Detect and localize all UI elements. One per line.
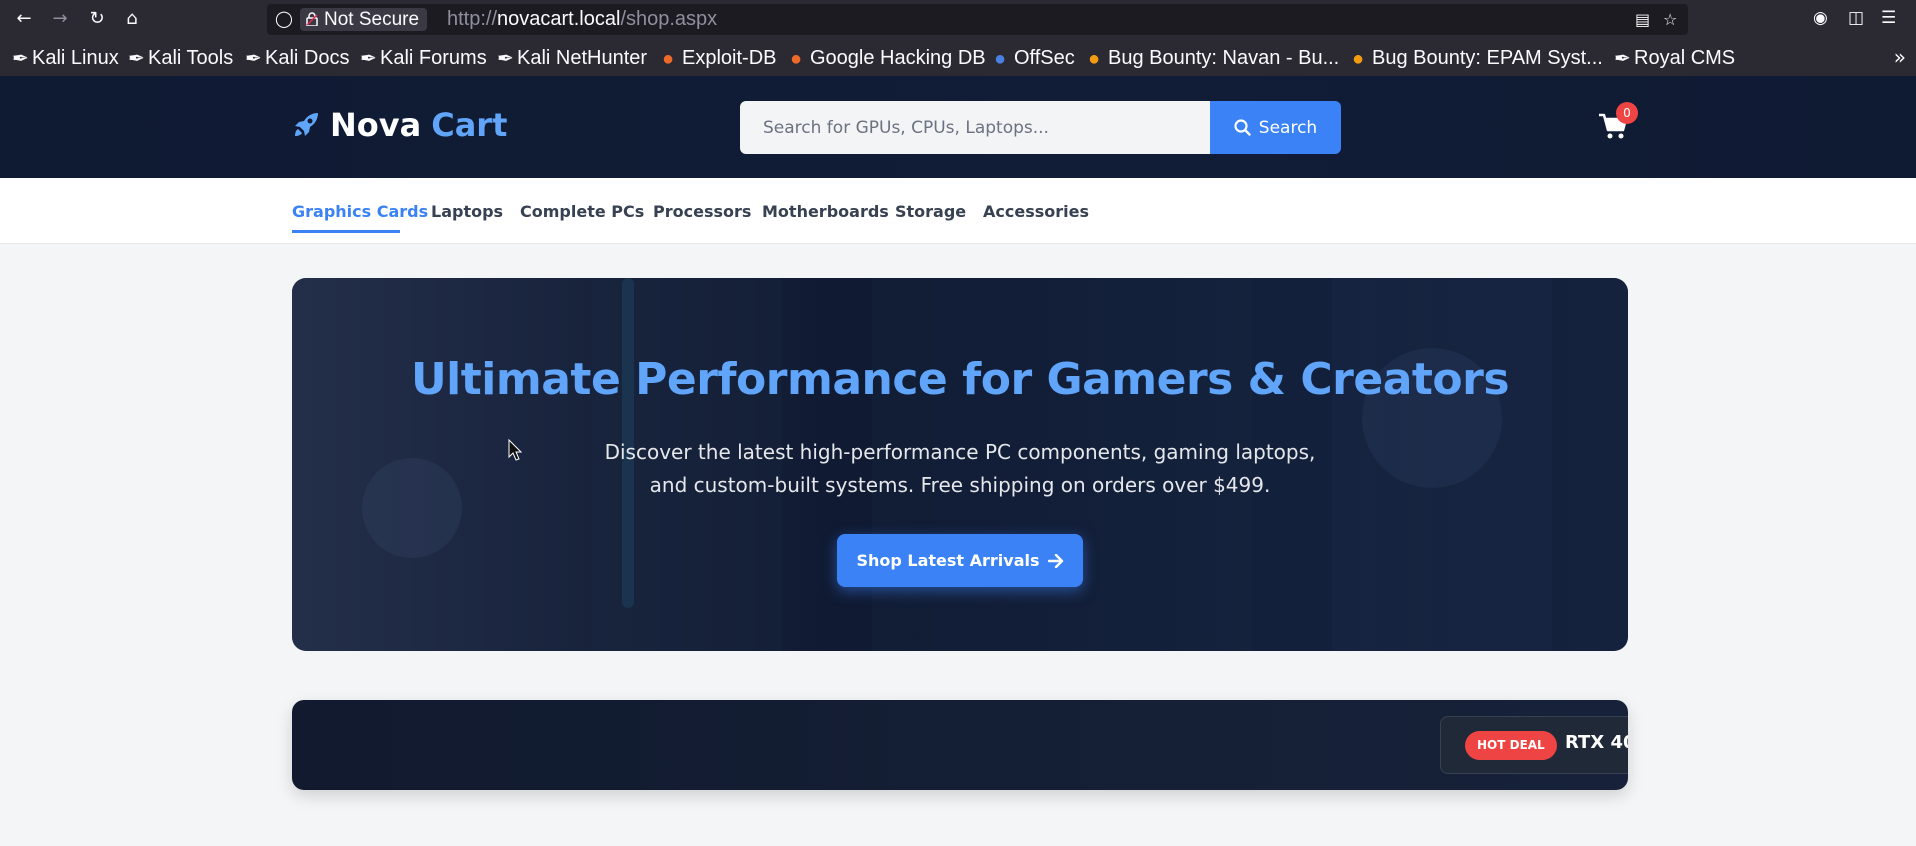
url-text[interactable]: http://novacart.local/shop.aspx <box>447 7 717 32</box>
bookmark-star-icon[interactable]: ☆ <box>1663 10 1677 29</box>
category-graphics-cards[interactable]: Graphics Cards <box>292 202 428 221</box>
security-indicator[interactable]: Not Secure <box>300 8 428 31</box>
shield-icon[interactable]: ◯ <box>275 9 293 28</box>
category-nav: Graphics Cards Laptops Complete PCs Proc… <box>0 178 1916 244</box>
bookmark-label: Exploit-DB <box>682 47 777 69</box>
kali-dragon-icon: ✒ <box>12 48 29 70</box>
url-path: /shop.aspx <box>620 8 718 30</box>
back-icon[interactable]: ← <box>12 8 36 30</box>
bookmark-item[interactable]: ✒ Royal CMS <box>1614 45 1735 71</box>
active-category-indicator <box>292 230 400 233</box>
category-accessories[interactable]: Accessories <box>983 202 1089 221</box>
reader-view-icon[interactable]: ▤ <box>1635 10 1650 29</box>
url-host: novacart.local <box>497 8 621 30</box>
bookmark-label: Kali Linux <box>32 47 119 69</box>
site-header: NovaCart Search 0 <box>0 76 1916 178</box>
exploit-db-icon: ● <box>662 48 675 70</box>
search-input[interactable] <box>740 101 1210 154</box>
deal-card[interactable]: HOT DEAL RTX 409 <box>1440 716 1628 774</box>
category-storage[interactable]: Storage <box>895 202 966 221</box>
hero-subtitle: Discover the latest high-performance PC … <box>604 440 1316 497</box>
bookmarks-overflow-icon[interactable]: » <box>1894 45 1906 69</box>
bookmarks-bar: ✒ Kali Linux ✒ Kali Tools ✒ Kali Docs ✒ Kali… <box>0 41 1916 75</box>
bookmark-item[interactable]: ✒ Kali Tools <box>128 45 233 71</box>
extensions-icon[interactable]: ◫ <box>1848 8 1864 28</box>
menu-icon[interactable]: ☰ <box>1881 8 1896 28</box>
category-laptops[interactable]: Laptops <box>431 202 503 221</box>
royal-cms-icon: ✒ <box>1614 48 1631 70</box>
hero-banner: Ultimate Performance for Gamers & Creato… <box>292 278 1628 651</box>
security-label: Not Secure <box>324 9 420 30</box>
bookmark-label: Bug Bounty: EPAM Syst... <box>1372 47 1603 69</box>
bookmark-label: Bug Bounty: Navan - Bu... <box>1108 47 1340 69</box>
bookmark-item[interactable]: ● Exploit-DB <box>662 45 776 71</box>
reload-icon[interactable]: ↻ <box>85 8 109 30</box>
logo-accent: Cart <box>431 106 508 144</box>
search-form: Search <box>740 101 1341 154</box>
bookmark-item[interactable]: ● Google Hacking DB <box>790 45 986 71</box>
cart-button[interactable]: 0 <box>1598 102 1638 146</box>
logo[interactable]: Nova Cart <box>292 106 507 144</box>
browser-toolbar: ← → ↻ ⌂ ◯ Not Secure http://novacart.loc… <box>0 0 1916 38</box>
browser-chrome: ← → ↻ ⌂ ◯ Not Secure http://novacart.loc… <box>0 0 1916 76</box>
home-icon[interactable]: ⌂ <box>120 8 144 30</box>
url-prefix: http:// <box>447 8 498 30</box>
bookmark-item[interactable]: ● Bug Bounty: Navan - Bu... <box>1088 45 1339 71</box>
category-processors[interactable]: Processors <box>653 202 751 221</box>
ghdb-icon: ● <box>790 48 803 70</box>
hot-deal-badge: HOT DEAL <box>1465 731 1557 760</box>
bugcrowd-icon: ● <box>1352 48 1365 70</box>
bookmark-label: Kali Forums <box>380 47 487 69</box>
arrow-right-icon <box>1047 553 1063 568</box>
bookmark-label: OffSec <box>1014 47 1075 69</box>
hero-cta-label: Shop Latest Arrivals <box>856 551 1040 570</box>
kali-forums-icon: ✒ <box>360 48 377 70</box>
bookmark-item[interactable]: ✒ Kali Forums <box>360 45 487 71</box>
bookmark-item[interactable]: ● OffSec <box>994 45 1075 71</box>
search-icon <box>1234 119 1251 136</box>
search-button-label: Search <box>1258 117 1318 138</box>
logo-main: Nova <box>330 106 422 144</box>
offsec-icon: ● <box>994 48 1007 70</box>
shop-latest-arrivals-button[interactable]: Shop Latest Arrivals <box>837 534 1083 587</box>
bookmark-item[interactable]: ✒ Kali NetHunter <box>497 45 647 71</box>
mouse-cursor-icon <box>508 439 522 461</box>
kali-dragon-icon: ✒ <box>128 48 145 70</box>
bookmark-item[interactable]: ● Bug Bounty: EPAM Syst... <box>1352 45 1603 71</box>
bugcrowd-icon: ● <box>1088 48 1101 70</box>
bookmark-label: Kali Docs <box>265 47 350 69</box>
deals-ticker: HOT DEAL RTX 409 <box>292 700 1628 790</box>
bookmark-item[interactable]: ✒ Kali Linux <box>12 45 119 71</box>
kali-dragon-icon: ✒ <box>245 48 262 70</box>
bookmark-item[interactable]: ✒ Kali Docs <box>245 45 349 71</box>
bookmark-label: Google Hacking DB <box>810 47 986 69</box>
account-icon[interactable]: ◉ <box>1813 8 1828 28</box>
search-button[interactable]: Search <box>1210 101 1341 154</box>
bookmark-label: Royal CMS <box>1634 47 1736 69</box>
url-bar[interactable]: ◯ Not Secure http://novacart.local/shop.… <box>267 4 1688 35</box>
kali-dragon-icon: ✒ <box>497 48 514 70</box>
category-motherboards[interactable]: Motherboards <box>762 202 889 221</box>
bookmark-label: Kali Tools <box>148 47 234 69</box>
cart-count-badge: 0 <box>1616 102 1638 124</box>
rocket-icon <box>295 113 318 136</box>
lock-icon <box>306 12 318 26</box>
deal-title: RTX 409 <box>1565 732 1628 753</box>
hero-title: Ultimate Performance for Gamers & Creato… <box>410 354 1510 405</box>
category-complete-pcs[interactable]: Complete PCs <box>520 202 644 221</box>
bookmark-label: Kali NetHunter <box>517 47 648 69</box>
forward-icon[interactable]: → <box>48 8 72 30</box>
